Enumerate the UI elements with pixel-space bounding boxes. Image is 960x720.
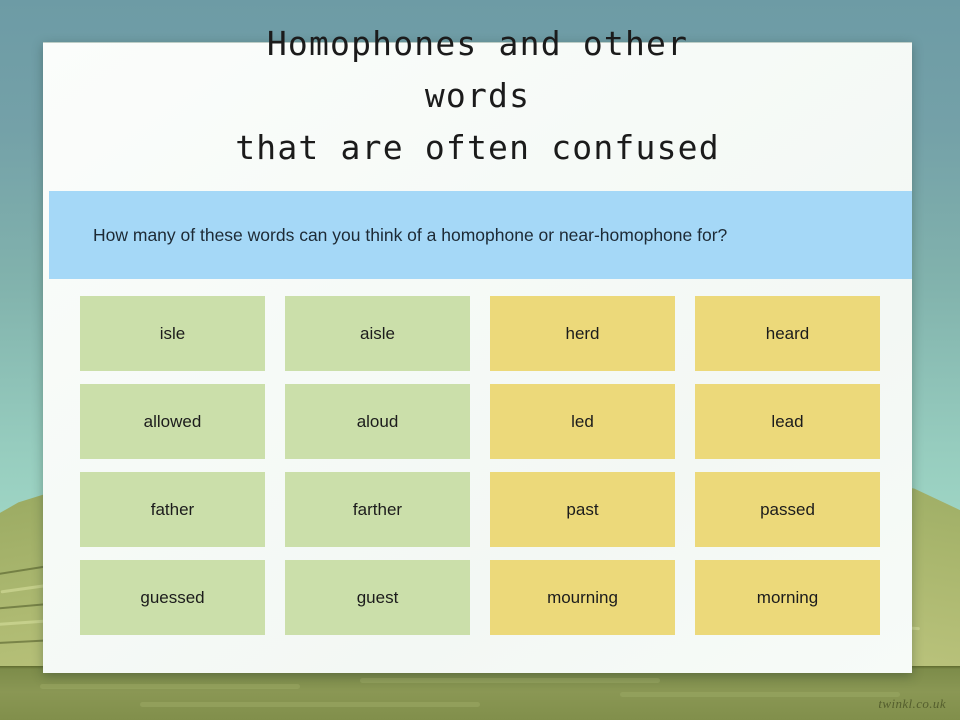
word-cell[interactable]: passed [695, 472, 880, 547]
word-cell[interactable]: farther [285, 472, 470, 547]
word-cell[interactable]: guest [285, 560, 470, 635]
watermark: twinkl.co.uk [878, 696, 946, 711]
word-cell[interactable]: heard [695, 296, 880, 371]
question-bar: How many of these words can you think of… [49, 191, 912, 279]
word-cell[interactable]: lead [695, 384, 880, 459]
word-cell[interactable]: past [490, 472, 675, 547]
word-cell[interactable]: led [490, 384, 675, 459]
word-cell[interactable]: aloud [285, 384, 470, 459]
word-cell[interactable]: herd [490, 296, 675, 371]
word-cell[interactable]: morning [695, 560, 880, 635]
word-grid: isle aisle herd heard allowed aloud led lead fat… [80, 296, 880, 635]
slide-stage: twinkl.co.uk How many of these words can… [0, 0, 960, 720]
page-title: Homophones and other words that are ofte… [235, 24, 720, 167]
word-cell[interactable]: allowed [80, 384, 265, 459]
word-cell[interactable]: father [80, 472, 265, 547]
foreground-field [0, 666, 960, 720]
word-cell[interactable]: guessed [80, 560, 265, 635]
word-cell[interactable]: isle [80, 296, 265, 371]
word-cell[interactable]: mourning [490, 560, 675, 635]
question-text: How many of these words can you think of… [93, 225, 728, 245]
word-cell[interactable]: aisle [285, 296, 470, 371]
